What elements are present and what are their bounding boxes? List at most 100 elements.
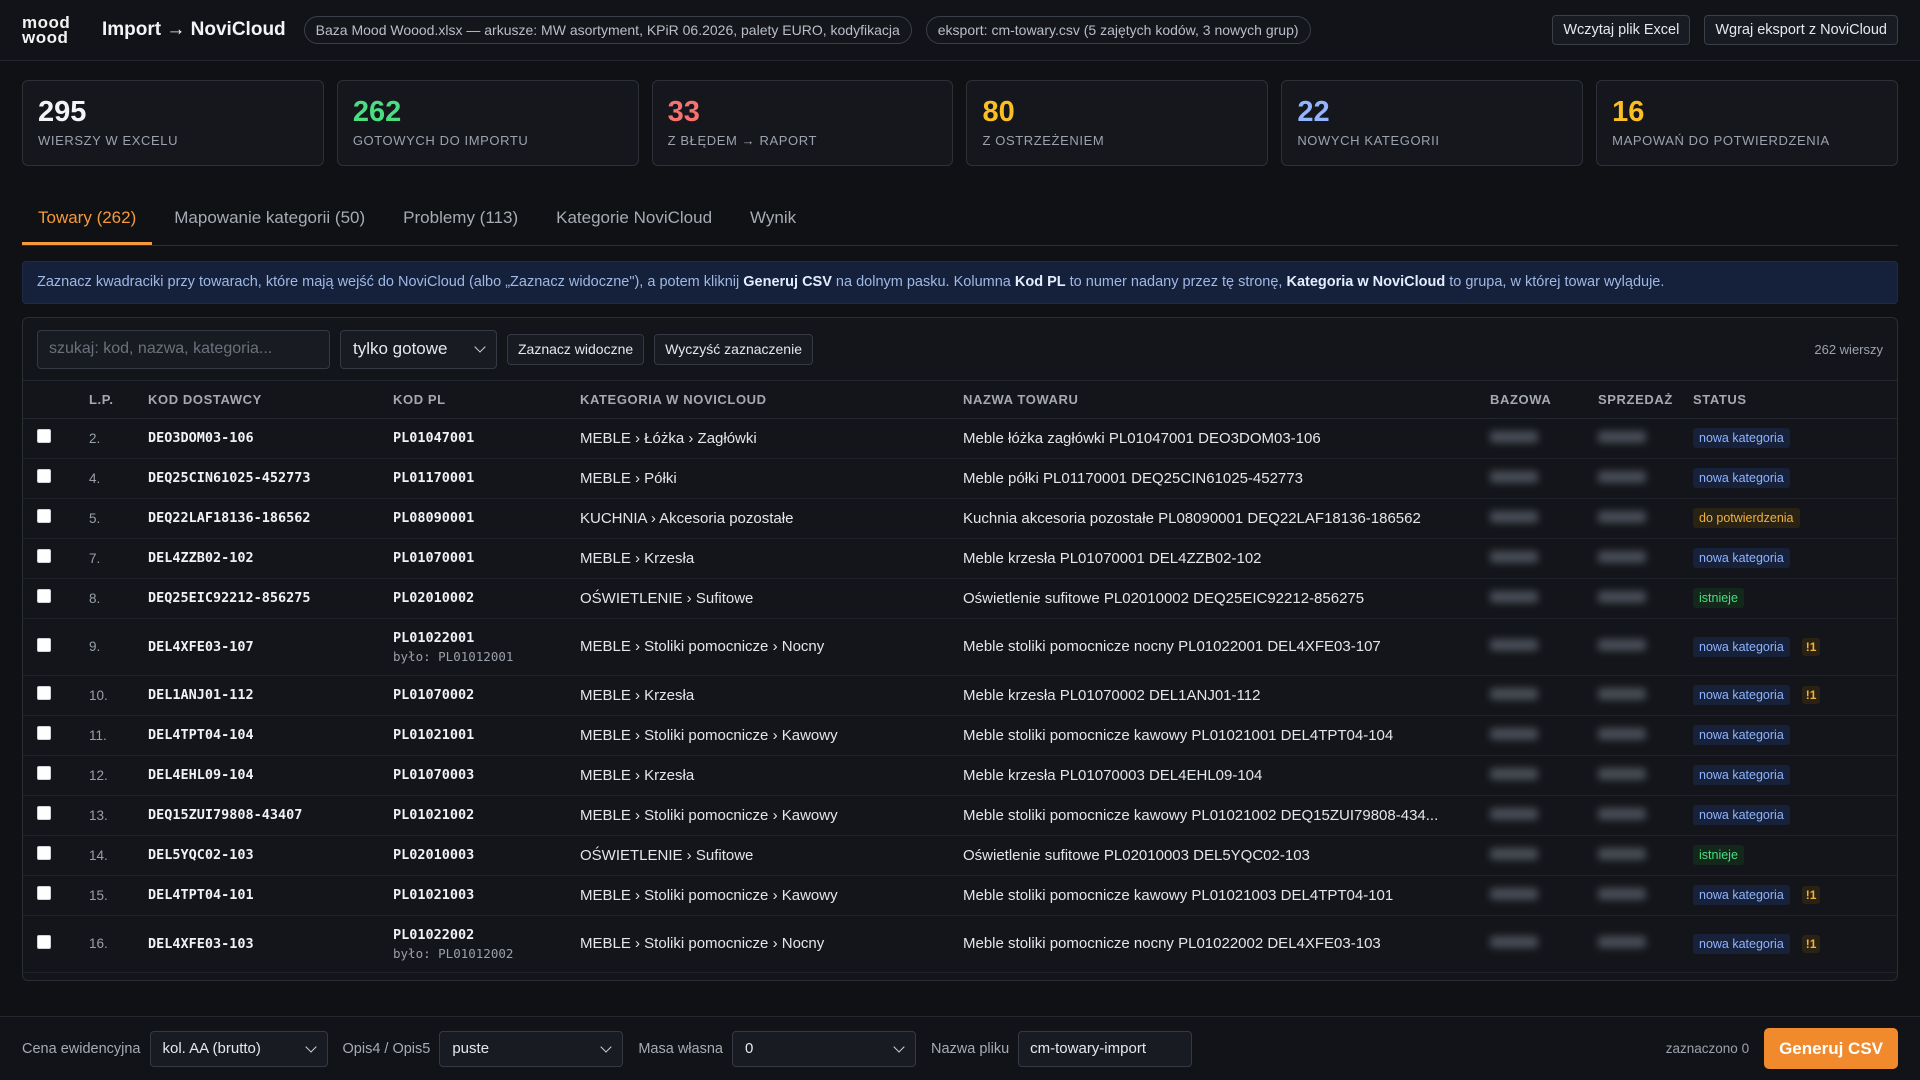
pl-code: PL01022002 [393,926,475,943]
row-checkbox[interactable] [37,726,51,740]
table-row[interactable]: 10. DEL1ANJ01-112 PL01070002 MEBLE › Krzesł… [23,675,1897,716]
table-row[interactable]: 12. DEL4EHL09-104 PL01070003 MEBLE › Krzesł… [23,755,1897,796]
filename-input[interactable] [1018,1030,1193,1067]
row-number: 5. [83,498,142,539]
tab-0[interactable]: Towary (262) [22,192,153,245]
tab-2[interactable]: Problemy (113) [387,192,534,245]
supplier-code: DEQ22LAF18136-186562 [142,498,387,539]
supplier-code: DEL4TPT04-101 [142,875,387,916]
opis-select[interactable]: puste [439,1030,624,1067]
row-checkbox[interactable] [37,637,51,652]
sale-price-cell [1592,915,1687,973]
warning-badge: !1 [1801,686,1821,704]
top-bar: mood wood Import → NoviCloud Baza Mood W… [0,0,1920,61]
row-checkbox[interactable] [37,934,51,949]
row-checkbox[interactable] [37,509,51,523]
row-checkbox[interactable] [37,806,51,820]
stat-value: 80 [982,96,1015,128]
table-row[interactable]: 13. DEQ15ZUI79808-43407 PL01021002 MEBLE › … [23,795,1897,836]
table-row[interactable]: 5. DEQ22LAF18136-186562 PL08090001 KUCHNIA … [23,498,1897,539]
stats-row: 295 WIERSZY W EXCELU 262 GOTOWYCH DO IMPORT… [0,61,1920,166]
select-visible-button[interactable]: Zaznacz widoczne [507,333,645,365]
pl-code: PL01022001 [393,629,475,646]
pl-code: PL01021003 [393,887,475,903]
status-filter-select[interactable]: tylko gotowe [340,329,497,369]
row-checkbox[interactable] [37,846,51,860]
tab-4[interactable]: Wynik [734,192,812,245]
product-name: Meble stoliki pomocnicze nocny PL0102200… [957,618,1484,676]
pl-code: PL01021002 [393,807,475,823]
row-checkbox-cell [23,875,83,916]
row-checkbox-cell [23,498,83,539]
status-cell: nowa kategoria [1687,538,1897,579]
mass-select[interactable]: 0 [731,1030,916,1067]
product-name: Meble stoliki pomocnicze kawowy PL010210… [957,875,1484,916]
sale-price-redacted [1598,727,1646,740]
base-price-redacted [1490,727,1538,740]
row-checkbox-cell [23,675,83,716]
row-number: 2. [83,418,142,459]
sale-price-redacted [1598,590,1646,603]
base-price-cell [1484,618,1592,676]
status-cell: nowa kategoria [1687,795,1897,836]
logo-line-2: wood [22,28,69,47]
status-cell: istnieje [1687,835,1897,876]
status-badge: nowa kategoria [1693,885,1790,905]
table-row[interactable]: 16. DEL4XFE03-103 PL01022002 było: PL010120… [23,915,1897,973]
product-name: Oświetlenie sufitowe PL02010003 DEL5YQC0… [957,835,1484,876]
table-row[interactable]: 2. DEO3DOM03-106 PL01047001 MEBLE › Łóżka ›… [23,418,1897,459]
pl-code-cell: PL01021003 [387,875,574,916]
search-input[interactable] [37,329,330,369]
row-number: 9. [83,618,142,676]
load-novicloud-export-button[interactable]: Wgraj eksport z NoviCloud [1704,15,1898,45]
tab-1[interactable]: Mapowanie kategorii (50) [158,192,381,245]
row-checkbox[interactable] [37,766,51,780]
table-row[interactable]: 14. DEL5YQC02-103 PL02010003 OŚWIETLENIE › … [23,835,1897,876]
warning-badge: !1 [1801,637,1821,656]
filename-label: Nazwa pliku [930,1040,1010,1057]
tab-3[interactable]: Kategorie NoviCloud [540,192,728,245]
clear-selection-button[interactable]: Wyczyść zaznaczenie [654,333,813,365]
table-row[interactable]: 8. DEQ25EIC92212-856275 PL02010002 OŚWIETLE… [23,578,1897,619]
row-checkbox[interactable] [37,469,51,483]
row-checkbox[interactable] [37,429,51,443]
table-row[interactable]: 7. DEL4ZZB02-102 PL01070001 MEBLE › Krzesła… [23,538,1897,579]
sale-price-redacted [1598,510,1646,523]
source-file-pill: Baza Mood Woood.xlsx — arkusze: MW asort… [303,16,912,44]
row-number: 14. [83,835,142,876]
table-row[interactable]: 4. DEQ25CIN61025-452773 PL01170001 MEBLE › … [23,458,1897,499]
table-row[interactable]: 9. DEL4XFE03-107 PL01022001 było: PL0101200… [23,618,1897,676]
sale-price-redacted [1598,887,1646,900]
row-count: 262 wierszy [1814,341,1883,357]
product-name: Meble krzesła PL01070002 DEL1ANJ01-112 [957,675,1484,716]
price-column-select[interactable]: kol. AA (brutto) [149,1030,328,1067]
generate-csv-button[interactable]: Generuj CSV [1764,1028,1898,1069]
mass-value: 0 [744,1040,754,1057]
load-excel-button[interactable]: Wczytaj plik Excel [1552,15,1691,45]
info-text-3: to numer nadany przez tę stronę, [1065,274,1287,290]
sale-price-cell [1592,418,1687,459]
sale-price-redacted [1598,639,1646,651]
row-checkbox[interactable] [37,589,51,603]
row-number: 13. [83,795,142,836]
status-filter-value: tylko gotowe [353,339,448,358]
info-text-4: to grupa, w której towar wyląduje. [1445,274,1665,290]
supplier-code: DEL4EHL09-104 [142,755,387,796]
sale-price-cell [1592,458,1687,499]
stat-card: 33 Z BŁĘDEM → RAPORT [651,80,954,166]
sale-price-cell [1592,715,1687,756]
supplier-code: DEL5YQC02-103 [142,835,387,876]
pl-code: PL01021001 [393,727,475,743]
column-header: KOD PL [387,381,574,419]
table-row[interactable]: 11. DEL4TPT04-104 PL01021001 MEBLE › Stolik… [23,715,1897,756]
table-row[interactable]: 15. DEL4TPT04-101 PL01021003 MEBLE › Stolik… [23,875,1897,916]
row-checkbox[interactable] [37,686,51,700]
chevron-down-icon [474,341,486,353]
row-checkbox[interactable] [37,886,51,900]
stat-label: WIERSZY W EXCELU [38,133,179,148]
sale-price-cell [1592,538,1687,579]
instructions-banner: Zaznacz kwadraciki przy towarach, które … [22,261,1898,304]
row-checkbox-cell [23,538,83,579]
row-checkbox[interactable] [37,549,51,563]
row-number: 4. [83,458,142,499]
